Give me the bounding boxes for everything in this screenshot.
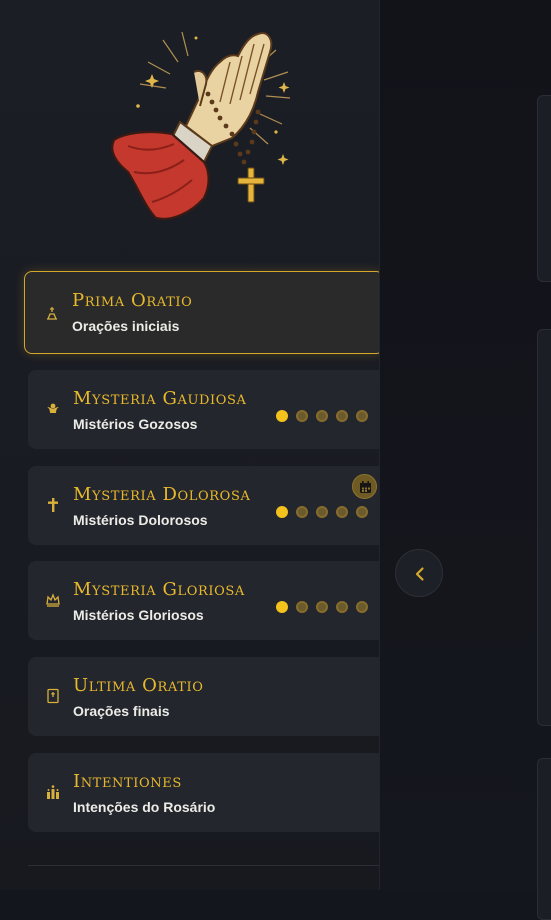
menu-item-subtitle: Orações finais <box>73 703 170 719</box>
candles-icon <box>45 784 61 800</box>
cross-icon <box>45 497 61 513</box>
menu-item-title: Prima Oratio <box>72 290 193 311</box>
sidebar: Prima Oratio Orações iniciais Mysteria G… <box>0 0 379 890</box>
progress-dot <box>356 506 368 518</box>
progress-dot <box>316 601 328 613</box>
progress-dot <box>356 410 368 422</box>
progress-dot <box>276 601 288 613</box>
menu-item-subtitle: Mistérios Gloriosos <box>73 607 204 623</box>
menu-item-subtitle: Intenções do Rosário <box>73 799 216 815</box>
progress-dot <box>356 601 368 613</box>
kneeling-prayer-icon <box>44 305 60 321</box>
chevron-left-icon <box>415 567 424 581</box>
menu-item-intentiones[interactable]: Intentiones Intenções do Rosário <box>28 753 379 832</box>
progress-dot <box>276 410 288 422</box>
progress-dot <box>296 601 308 613</box>
menu-item-title: Mysteria Gloriosa <box>73 579 245 600</box>
main-content <box>379 0 551 920</box>
menu-item-mysteria-dolorosa[interactable]: Mysteria Dolorosa Mistérios Dolorosos <box>28 466 379 545</box>
menu-item-title: Mysteria Dolorosa <box>73 484 251 505</box>
angel-icon <box>45 401 61 417</box>
menu-item-ultima-oratio[interactable]: Ultima Oratio Orações finais <box>28 657 379 736</box>
sidebar-divider <box>28 865 379 866</box>
menu-item-prima-oratio[interactable]: Prima Oratio Orações iniciais <box>24 271 379 354</box>
collapse-sidebar-button[interactable] <box>395 549 443 597</box>
progress-dot <box>296 506 308 518</box>
progress-dot <box>316 410 328 422</box>
menu-item-subtitle: Mistérios Dolorosos <box>73 512 208 528</box>
progress-dot <box>336 506 348 518</box>
menu-item-subtitle: Orações iniciais <box>72 318 180 334</box>
content-card <box>537 758 551 920</box>
progress-dot <box>336 601 348 613</box>
progress-dot <box>296 410 308 422</box>
menu-item-title: Intentiones <box>73 771 182 792</box>
content-card <box>537 329 551 726</box>
progress-dot <box>336 410 348 422</box>
progress-dot <box>276 506 288 518</box>
bible-icon <box>45 688 61 704</box>
content-card <box>537 95 551 282</box>
praying-hands-with-rosary-icon <box>111 31 291 220</box>
calendar-icon <box>352 474 377 499</box>
menu-item-mysteria-gaudiosa[interactable]: Mysteria Gaudiosa Mistérios Gozosos <box>28 370 379 449</box>
crown-icon <box>45 592 61 608</box>
menu-item-title: Mysteria Gaudiosa <box>73 388 247 409</box>
menu-item-mysteria-gloriosa[interactable]: Mysteria Gloriosa Mistérios Gloriosos <box>28 561 379 640</box>
progress-dot <box>316 506 328 518</box>
menu-item-title: Ultima Oratio <box>73 675 204 696</box>
menu-item-subtitle: Mistérios Gozosos <box>73 416 198 432</box>
